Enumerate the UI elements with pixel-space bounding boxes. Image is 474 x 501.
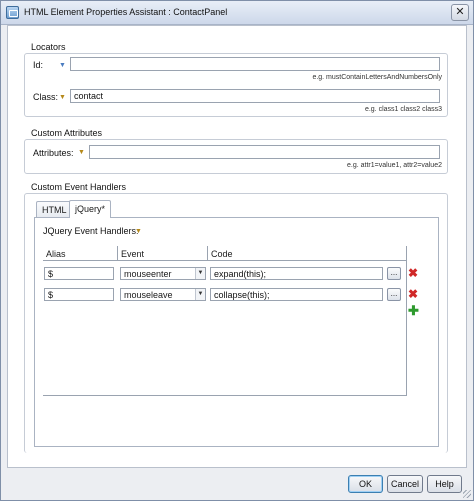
event-select-value: mouseenter — [124, 269, 172, 279]
tab-html[interactable]: HTML — [36, 201, 73, 218]
event-select[interactable]: mouseleave ▼ — [120, 288, 206, 301]
jquery-tab-panel: JQuery Event Handlers: ▼ Alias Event Cod… — [34, 217, 439, 447]
delete-icon[interactable]: ✖ — [408, 288, 418, 300]
resize-grip-icon[interactable] — [463, 490, 471, 498]
add-icon[interactable]: ✚ — [408, 304, 419, 317]
chevron-down-icon: ▼ — [195, 268, 205, 279]
class-label: Class: — [33, 92, 59, 102]
chevron-down-icon: ▼ — [195, 289, 205, 300]
locators-title: Locators — [31, 42, 66, 52]
delete-icon[interactable]: ✖ — [408, 267, 418, 279]
custom-attributes-title: Custom Attributes — [31, 128, 103, 138]
alias-input[interactable] — [44, 288, 114, 301]
column-header-event: Event — [118, 246, 208, 261]
ok-button[interactable]: OK — [348, 475, 383, 493]
id-hint: e.g. mustContainLettersAndNumbersOnly — [312, 74, 442, 81]
more-button[interactable]: ... — [387, 288, 401, 301]
tab-jquery[interactable]: jQuery* — [69, 200, 112, 218]
close-button[interactable]: ✕ — [451, 4, 469, 21]
alias-input[interactable] — [44, 267, 114, 280]
title-bar: HTML Element Properties Assistant : Cont… — [1, 1, 473, 25]
column-header-code: Code — [208, 246, 407, 261]
chevron-down-icon[interactable]: ▼ — [135, 228, 142, 235]
event-select-value: mouseleave — [124, 290, 173, 300]
locators-section: Locators Id: ▼ e.g. mustContainLettersAn… — [24, 42, 448, 117]
more-button[interactable]: ... — [387, 267, 401, 280]
cancel-button[interactable]: Cancel — [387, 475, 423, 493]
event-handlers-title: Custom Event Handlers — [31, 182, 127, 192]
custom-attributes-section: Custom Attributes Attributes: ▼ e.g. att… — [24, 128, 448, 174]
window-title: HTML Element Properties Assistant : Cont… — [24, 7, 228, 17]
class-hint: e.g. class1 class2 class3 — [364, 106, 442, 113]
column-header-alias: Alias — [43, 246, 118, 261]
chevron-down-icon[interactable]: ▼ — [59, 62, 66, 69]
id-input[interactable] — [70, 57, 440, 71]
id-label: Id: — [33, 60, 44, 70]
jquery-handlers-label: JQuery Event Handlers: — [43, 226, 139, 236]
attributes-label: Attributes: — [33, 148, 74, 158]
code-input[interactable] — [210, 288, 383, 301]
attributes-hint: e.g. attr1=value1, attr2=value2 — [347, 162, 442, 169]
chevron-down-icon[interactable]: ▼ — [59, 94, 66, 101]
code-input[interactable] — [210, 267, 383, 280]
class-input[interactable] — [70, 89, 440, 103]
event-handlers-table: Alias Event Code mouseenter ▼ ... mousel… — [43, 246, 407, 396]
attributes-input[interactable] — [89, 145, 440, 159]
help-button[interactable]: Help — [427, 475, 462, 493]
chevron-down-icon[interactable]: ▼ — [78, 149, 85, 156]
dialog-window: HTML Element Properties Assistant : Cont… — [0, 0, 474, 501]
app-window-icon — [6, 6, 19, 19]
event-select[interactable]: mouseenter ▼ — [120, 267, 206, 280]
